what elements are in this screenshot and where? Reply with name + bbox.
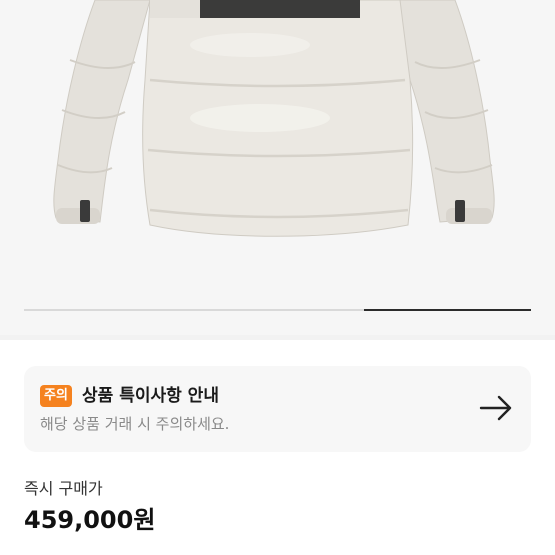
- jacket-image: [53, 0, 495, 237]
- carousel-progress-fill: [363, 309, 531, 311]
- section-divider: [0, 335, 555, 340]
- notice-title: 상품 특이사항 안내: [82, 386, 219, 406]
- carousel-progress-track: [24, 309, 531, 311]
- product-image-area[interactable]: [0, 0, 555, 335]
- notice-description: 해당 상품 거래 시 주의하세요.: [40, 415, 230, 433]
- product-notice-card[interactable]: 주의 상품 특이사항 안내 해당 상품 거래 시 주의하세요.: [24, 366, 531, 452]
- warning-badge: 주의: [40, 385, 72, 407]
- price-value: 459,000원: [24, 506, 156, 534]
- price-label: 즉시 구매가: [24, 479, 103, 498]
- arrow-right-icon[interactable]: [479, 394, 513, 422]
